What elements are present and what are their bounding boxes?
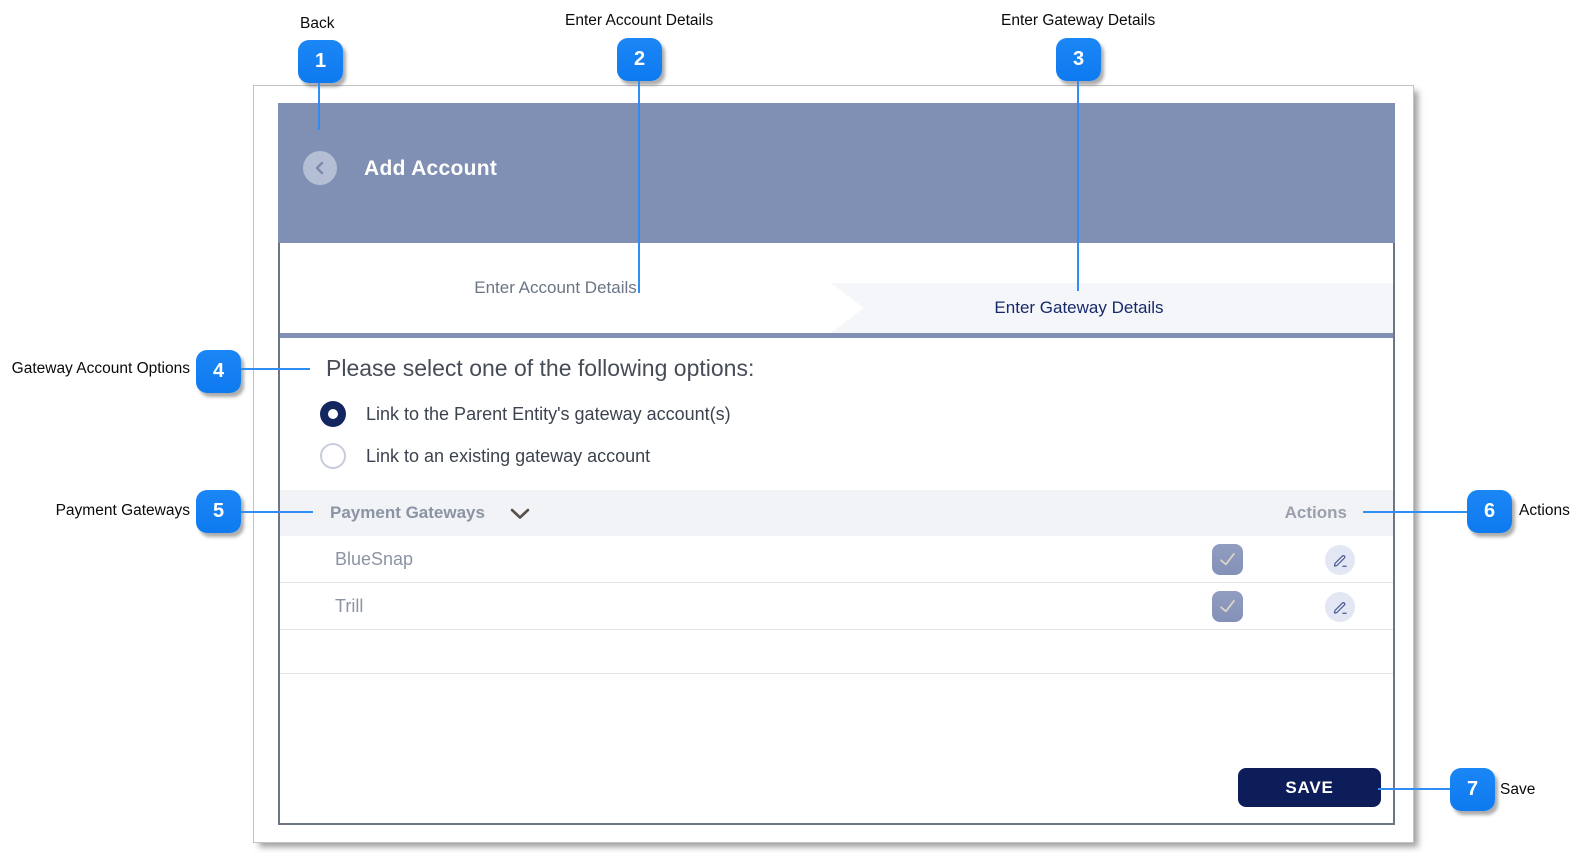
radio-option-existing-gateway[interactable]: Link to an existing gateway account xyxy=(320,443,650,469)
save-button[interactable]: SAVE xyxy=(1238,768,1381,807)
annotation-line-1 xyxy=(318,83,320,130)
annotation-label-actions: Actions xyxy=(1519,502,1570,519)
annotation-label-enter-account-details: Enter Account Details xyxy=(565,12,714,29)
annotation-badge-4: 4 xyxy=(196,350,241,393)
annotation-badge-5: 5 xyxy=(196,490,241,533)
dialog-body: Enter Account Details Enter Gateway Deta… xyxy=(278,243,1395,825)
gateway-checkbox[interactable] xyxy=(1212,544,1243,575)
annotation-badge-2: 2 xyxy=(617,38,662,81)
annotation-line-5 xyxy=(241,511,313,513)
add-account-dialog: Add Account Enter Account Details Enter … xyxy=(253,85,1414,843)
annotation-line-7 xyxy=(1378,788,1450,790)
page-title: Add Account xyxy=(364,157,498,180)
annotation-label-enter-gateway-details: Enter Gateway Details xyxy=(1001,12,1156,29)
edit-button[interactable] xyxy=(1325,592,1355,622)
options-prompt: Please select one of the following optio… xyxy=(326,355,755,381)
gateways-table-header: Payment Gateways Actions xyxy=(280,490,1393,536)
gateway-name: Trill xyxy=(335,595,364,616)
annotation-label-gateway-account-options: Gateway Account Options xyxy=(11,360,190,377)
actions-header: Actions xyxy=(1284,503,1347,522)
annotation-badge-3: 3 xyxy=(1056,38,1101,81)
back-button[interactable] xyxy=(303,151,337,185)
table-row: BlueSnap xyxy=(280,536,1393,583)
chevron-left-icon xyxy=(313,160,327,176)
edit-pencil-icon xyxy=(1332,599,1349,616)
radio-option-label: Link to an existing gateway account xyxy=(366,445,651,466)
edit-pencil-icon xyxy=(1332,552,1349,569)
gateway-name: BlueSnap xyxy=(335,548,414,569)
chevron-down-icon[interactable] xyxy=(510,507,530,525)
checkmark-icon xyxy=(1217,596,1238,617)
edit-button[interactable] xyxy=(1325,545,1355,575)
annotation-line-6 xyxy=(1363,511,1467,513)
gateway-checkbox[interactable] xyxy=(1212,591,1243,622)
annotation-line-4 xyxy=(241,368,310,370)
tab-label: Enter Account Details xyxy=(474,278,637,297)
radio-option-parent-gateway[interactable]: Link to the Parent Entity's gateway acco… xyxy=(320,401,731,427)
table-row-empty xyxy=(280,630,1393,674)
annotation-label-back: Back xyxy=(300,15,335,32)
tab-label: Enter Gateway Details xyxy=(994,298,1164,317)
annotation-line-2 xyxy=(638,81,640,293)
annotation-badge-1: 1 xyxy=(298,40,343,83)
checkmark-icon xyxy=(1217,549,1238,570)
wizard-tabs: Enter Account Details Enter Gateway Deta… xyxy=(280,243,1393,338)
annotation-label-payment-gateways: Payment Gateways xyxy=(55,502,190,519)
dialog-header: Add Account xyxy=(278,103,1395,243)
annotation-label-save: Save xyxy=(1500,781,1536,798)
tab-enter-gateway-details[interactable]: Enter Gateway Details xyxy=(831,283,1393,333)
table-row: Trill xyxy=(280,583,1393,630)
annotated-screenshot-page: Add Account Enter Account Details Enter … xyxy=(0,0,1583,853)
radio-selected-icon[interactable] xyxy=(320,401,346,427)
radio-unselected-icon[interactable] xyxy=(320,443,346,469)
annotation-badge-6: 6 xyxy=(1467,490,1512,533)
annotation-line-3 xyxy=(1077,81,1079,291)
radio-option-label: Link to the Parent Entity's gateway acco… xyxy=(366,403,731,424)
tab-enter-account-details[interactable]: Enter Account Details xyxy=(280,243,831,333)
annotation-badge-7: 7 xyxy=(1450,768,1495,811)
tab-arrow-shape xyxy=(831,283,864,333)
payment-gateways-header: Payment Gateways xyxy=(330,503,485,522)
